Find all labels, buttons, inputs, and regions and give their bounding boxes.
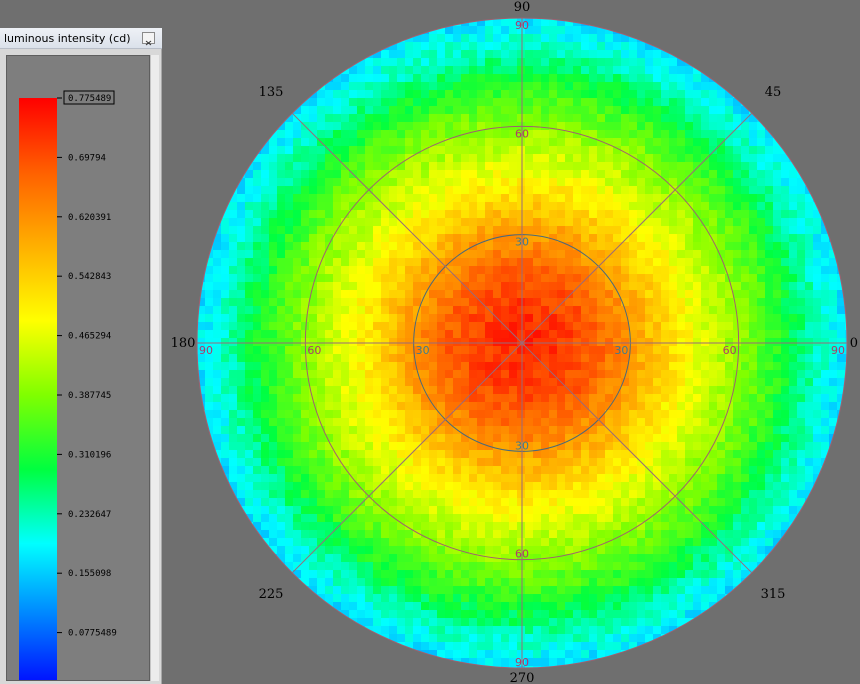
polar-grid (196, 17, 848, 669)
ring-label-30-right: 30 (614, 344, 628, 357)
legend-body: 0.775489 0.69794 0.620391 0.542843 0.465294 0… (6, 55, 150, 681)
azimuth-label-0: 0 (850, 336, 858, 351)
ring-label-90-top: 90 (515, 19, 529, 32)
legend-titlebar[interactable]: luminous intensity (cd) (0, 28, 162, 49)
ring-label-30-top: 30 (515, 236, 529, 249)
colorbar-tick-label: 0.0775489 (68, 629, 117, 639)
ring-label-30-left: 30 (416, 344, 430, 357)
legend-scrollbar[interactable] (150, 55, 159, 681)
colorbar-tick-label: 0.387745 (68, 391, 111, 401)
legend-window: luminous intensity (cd) 0.775489 0.69794 0… (0, 28, 162, 684)
colorbar-tick-label: 0.620391 (68, 213, 111, 223)
close-button[interactable] (142, 32, 155, 46)
azimuth-label-45: 45 (765, 85, 782, 100)
colorbar: 0.775489 0.69794 0.620391 0.542843 0.465294 0… (19, 90, 117, 680)
colorbar-tick-label: 0.465294 (68, 332, 111, 342)
ring-label-60-right: 60 (723, 344, 737, 357)
azimuth-label-270: 270 (510, 671, 535, 684)
close-icon (145, 40, 152, 46)
azimuth-label-90: 90 (514, 0, 531, 15)
colorbar-tick-label: 0.232647 (68, 510, 111, 520)
azimuth-label-315: 315 (761, 587, 786, 602)
app-root: 0 45 90 135 180 225 270 315 30 30 30 30 60 60 60 60 90 90… (0, 0, 860, 684)
ring-label-90-left: 90 (199, 344, 213, 357)
ring-label-60-bottom: 60 (515, 548, 529, 561)
ring-label-90-right: 90 (831, 344, 845, 357)
colorbar-tick-label: 0.155098 (68, 569, 111, 579)
colorbar-tick-label: 0.542843 (68, 272, 111, 282)
azimuth-label-135: 135 (259, 85, 284, 100)
ring-label-90-bottom: 90 (515, 656, 529, 669)
colorbar-tick-label: 0.310196 (68, 450, 111, 460)
ring-label-60-left: 60 (307, 344, 321, 357)
colorbar-tick-label: 0.69794 (68, 153, 106, 163)
legend-title: luminous intensity (cd) (4, 32, 131, 45)
ring-label-60-top: 60 (515, 127, 529, 140)
ring-label-30-bottom: 30 (515, 439, 529, 452)
colorbar-gradient (19, 98, 57, 680)
azimuth-label-225: 225 (259, 587, 284, 602)
colorbar-tick-label: 0.775489 (68, 94, 111, 104)
azimuth-label-180: 180 (171, 336, 196, 351)
